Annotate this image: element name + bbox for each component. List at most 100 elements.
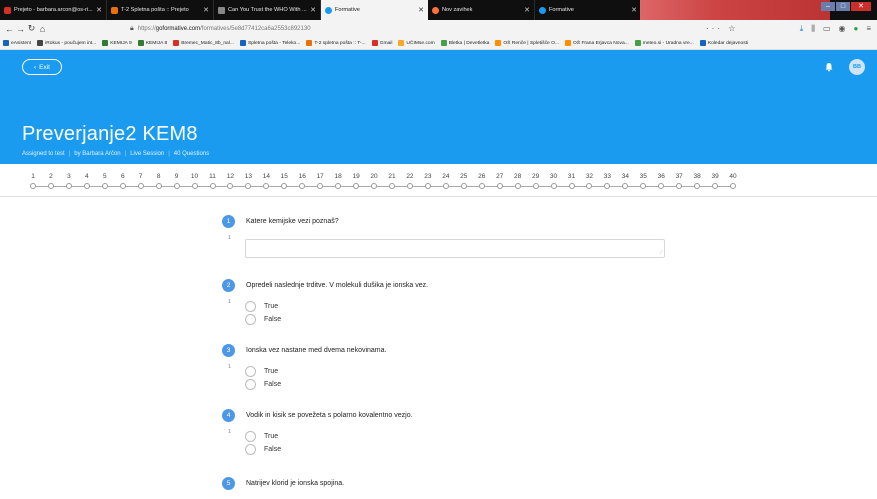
question-jump-20[interactable]: 20: [367, 173, 381, 180]
question-jump-34[interactable]: 34: [618, 173, 632, 180]
close-icon[interactable]: ✕: [631, 6, 637, 14]
question-dot[interactable]: [371, 183, 378, 189]
question-dot[interactable]: [460, 183, 467, 189]
minimize-icon[interactable]: –: [821, 2, 835, 11]
bookmark-item[interactable]: iRokus - poučujem int...: [37, 40, 96, 46]
question-jump-40[interactable]: 40: [726, 173, 740, 180]
question-dot[interactable]: [496, 183, 503, 189]
option-true[interactable]: True: [245, 431, 278, 442]
bookmark-item[interactable]: OŠ Frana Erjavca Nova...: [565, 40, 629, 46]
question-jump-3[interactable]: 3: [62, 173, 76, 180]
page-actions-icon[interactable]: ··· ☆: [706, 24, 738, 33]
browser-tab[interactable]: Can You Trust the WHO With ... ✕: [214, 0, 321, 20]
question-dot[interactable]: [335, 183, 342, 189]
question-dot[interactable]: [640, 183, 647, 189]
question-dot[interactable]: [299, 183, 306, 189]
question-jump-1[interactable]: 1: [26, 173, 40, 180]
question-dot[interactable]: [550, 183, 557, 189]
question-dot[interactable]: [83, 183, 90, 189]
question-jump-5[interactable]: 5: [98, 173, 112, 180]
question-jump-18[interactable]: 18: [331, 173, 345, 180]
bookmark-item[interactable]: KEMIJA 9: [102, 40, 132, 46]
question-jump-13[interactable]: 13: [241, 173, 255, 180]
question-jump-21[interactable]: 21: [385, 173, 399, 180]
question-jump-36[interactable]: 36: [654, 173, 668, 180]
question-dot[interactable]: [442, 183, 449, 189]
question-jump-31[interactable]: 31: [565, 173, 579, 180]
close-icon[interactable]: ✕: [310, 6, 316, 14]
option-true[interactable]: True: [245, 366, 278, 377]
question-dot[interactable]: [281, 183, 288, 189]
question-dot[interactable]: [317, 183, 324, 189]
question-dot[interactable]: [622, 183, 629, 189]
question-jump-15[interactable]: 15: [277, 173, 291, 180]
question-jump-22[interactable]: 22: [403, 173, 417, 180]
question-dot[interactable]: [227, 183, 234, 189]
question-jump-26[interactable]: 26: [475, 173, 489, 180]
question-dot[interactable]: [694, 183, 701, 189]
question-dot[interactable]: [155, 183, 162, 189]
question-jump-33[interactable]: 33: [600, 173, 614, 180]
bookmark-item[interactable]: Bletka | Devetletka: [440, 40, 489, 46]
question-jump-14[interactable]: 14: [259, 173, 273, 180]
sidebar-icon[interactable]: ▭: [823, 24, 831, 34]
question-jump-16[interactable]: 16: [295, 173, 309, 180]
question-jump-11[interactable]: 11: [206, 173, 220, 180]
question-dot[interactable]: [712, 183, 719, 189]
forward-icon[interactable]: →: [15, 24, 26, 34]
extension-green-icon[interactable]: ●: [853, 24, 858, 34]
question-dot[interactable]: [30, 183, 36, 189]
question-dot[interactable]: [263, 183, 270, 189]
question-jump-30[interactable]: 30: [547, 173, 561, 180]
question-jump-17[interactable]: 17: [313, 173, 327, 180]
menu-icon[interactable]: ≡: [866, 24, 871, 34]
radio-button[interactable]: [245, 444, 256, 455]
question-jump-19[interactable]: 19: [349, 173, 363, 180]
question-jump-28[interactable]: 28: [511, 173, 525, 180]
option-false[interactable]: False: [245, 444, 281, 455]
question-jump-29[interactable]: 29: [529, 173, 543, 180]
question-jump-2[interactable]: 2: [44, 173, 58, 180]
address-bar[interactable]: 🔒︎ https://goformative.com/formatives/5e…: [130, 23, 750, 34]
question-jump-23[interactable]: 23: [421, 173, 435, 180]
radio-button[interactable]: [245, 301, 256, 312]
question-dot[interactable]: [353, 183, 360, 189]
bookmark-item[interactable]: UČIMse.com: [398, 40, 435, 46]
question-jump-10[interactable]: 10: [188, 173, 202, 180]
close-icon[interactable]: ✕: [524, 6, 530, 14]
question-dot[interactable]: [478, 183, 485, 189]
bookmark-item[interactable]: T-2 spletna pošta :: T-...: [306, 40, 366, 46]
question-dot[interactable]: [406, 183, 413, 189]
question-dot[interactable]: [245, 183, 252, 189]
question-jump-9[interactable]: 9: [170, 173, 184, 180]
bookmark-item[interactable]: Bremec_Matic_8b_nal...: [173, 40, 234, 46]
bookmark-item[interactable]: eAsistent: [3, 40, 31, 46]
question-dot[interactable]: [209, 183, 216, 189]
question-jump-7[interactable]: 7: [134, 173, 148, 180]
bookmark-item[interactable]: Spletna pošta - Teleko...: [239, 40, 300, 46]
question-jump-37[interactable]: 37: [672, 173, 686, 180]
resize-handle-icon[interactable]: ⟋: [659, 250, 663, 256]
radio-button[interactable]: [245, 366, 256, 377]
question-dot[interactable]: [101, 183, 108, 189]
reload-icon[interactable]: ↻: [26, 23, 37, 34]
question-jump-39[interactable]: 39: [708, 173, 722, 180]
question-jump-35[interactable]: 35: [636, 173, 650, 180]
question-jump-25[interactable]: 25: [457, 173, 471, 180]
close-icon[interactable]: ✕: [418, 6, 424, 14]
question-dot[interactable]: [191, 183, 198, 189]
browser-tab-active[interactable]: Formative ✕: [321, 0, 428, 20]
question-dot[interactable]: [514, 183, 521, 189]
download-icon[interactable]: ⤓: [800, 24, 804, 34]
browser-tab[interactable]: Formative ✕: [535, 0, 642, 20]
question-jump-6[interactable]: 6: [116, 173, 130, 180]
browser-tab[interactable]: T-2 Spletna pošta :: Prejeto ✕: [107, 0, 214, 20]
maximize-icon[interactable]: □: [836, 2, 850, 11]
bookmark-item[interactable]: Gmail: [371, 40, 392, 46]
question-dot[interactable]: [730, 183, 737, 189]
avatar[interactable]: BB: [849, 59, 865, 75]
question-jump-24[interactable]: 24: [439, 173, 453, 180]
question-jump-38[interactable]: 38: [690, 173, 704, 180]
bookmark-item[interactable]: OŠ Renče | Spletišče O...: [495, 40, 559, 46]
question-dot[interactable]: [532, 183, 539, 189]
